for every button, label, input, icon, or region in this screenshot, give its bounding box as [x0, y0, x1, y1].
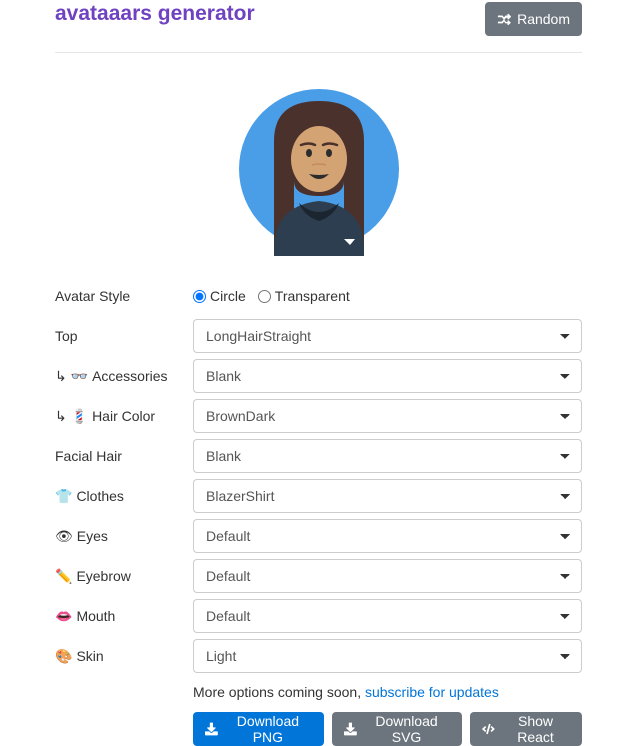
random-button-label: Random	[517, 11, 570, 27]
mouth-select[interactable]: Default	[193, 599, 582, 633]
download-icon	[205, 722, 218, 736]
hair-color-select[interactable]: BrownDark	[193, 399, 582, 433]
subscribe-link[interactable]: subscribe for updates	[365, 684, 499, 700]
random-icon	[497, 12, 511, 26]
eyes-select[interactable]: Default	[193, 519, 582, 553]
eyes-label: 👁 Eyes	[55, 528, 193, 545]
eyebrow-select[interactable]: Default	[193, 559, 582, 593]
code-icon	[482, 722, 495, 736]
facial-hair-select[interactable]: Blank	[193, 439, 582, 473]
skin-label: 🎨 Skin	[55, 648, 193, 665]
hair-color-label: ↳ 💈 Hair Color	[55, 408, 193, 425]
download-svg-button[interactable]: Download SVG	[332, 712, 462, 746]
mouth-label: 👄 Mouth	[55, 608, 193, 625]
page-title: avataaars generator	[55, 2, 255, 26]
clothes-label: 👕 Clothes	[55, 488, 193, 505]
style-circle-option[interactable]: Circle	[193, 288, 246, 304]
random-button[interactable]: Random	[485, 2, 582, 36]
eyebrow-label: ✏️ Eyebrow	[55, 568, 193, 585]
download-png-button[interactable]: Download PNG	[193, 712, 324, 746]
avatar-style-label: Avatar Style	[55, 288, 193, 304]
style-circle-radio[interactable]	[193, 290, 206, 303]
avatar-preview	[239, 81, 399, 256]
facial-hair-label: Facial Hair	[55, 448, 193, 464]
style-transparent-radio[interactable]	[258, 290, 271, 303]
style-transparent-option[interactable]: Transparent	[258, 288, 350, 304]
clothes-select[interactable]: BlazerShirt	[193, 479, 582, 513]
top-select[interactable]: LongHairStraight	[193, 319, 582, 353]
show-react-button[interactable]: Show React	[470, 712, 582, 746]
accessories-label: ↳ 👓 Accessories	[55, 368, 193, 385]
top-label: Top	[55, 328, 193, 344]
download-icon	[344, 722, 357, 736]
footer-text: More options coming soon, subscribe for …	[55, 684, 582, 700]
accessories-select[interactable]: Blank	[193, 359, 582, 393]
skin-select[interactable]: Light	[193, 639, 582, 673]
